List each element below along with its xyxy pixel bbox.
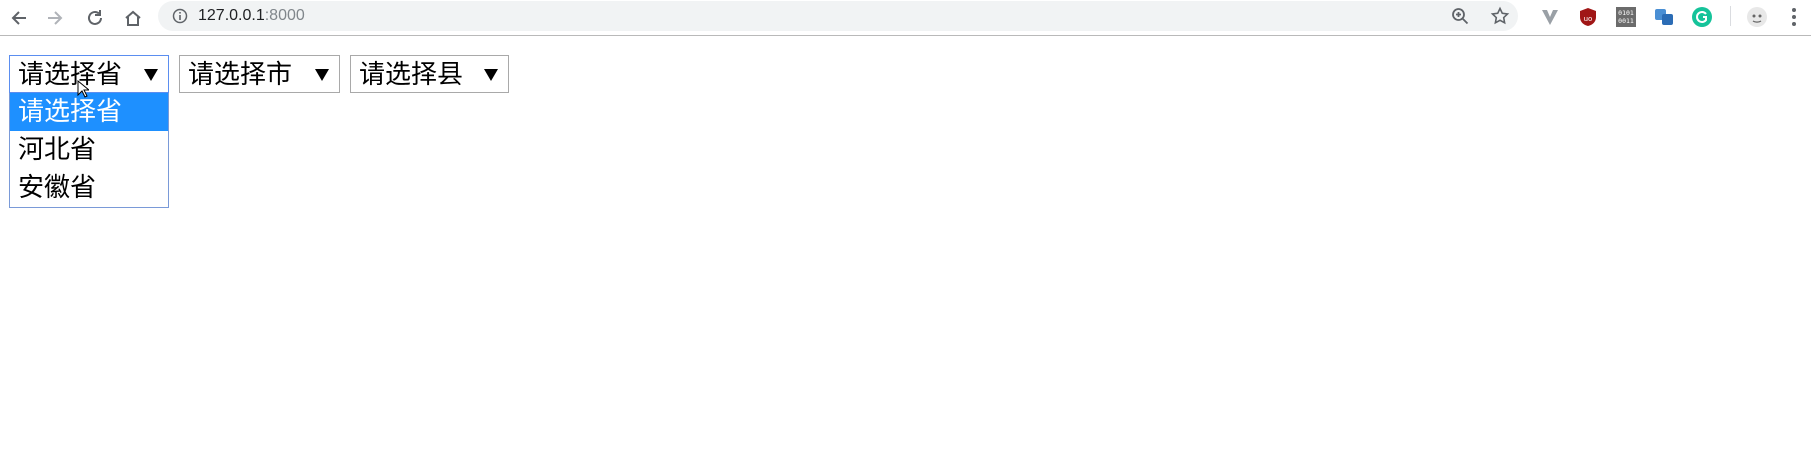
dropdown-arrow-icon [315,69,329,81]
bookmark-star-icon[interactable] [1490,6,1510,26]
back-arrow-icon [11,11,26,25]
menu-dots-icon[interactable] [1788,6,1800,28]
profile-icon[interactable] [1745,5,1769,29]
zoom-icon[interactable] [1450,6,1470,26]
address-bar[interactable]: 127.0.0.1:8000 [158,1,1518,31]
info-icon[interactable] [172,8,188,24]
back-button[interactable] [4,3,34,33]
home-icon [125,10,141,26]
svg-text:0101: 0101 [1618,9,1634,17]
toolbar-divider [1730,6,1731,26]
url-text[interactable]: 127.0.0.1:8000 [198,7,305,25]
forward-arrow-icon [48,11,63,25]
dropdown-arrow-icon [144,69,158,81]
forward-button[interactable] [40,3,70,33]
dropdown-arrow-icon [484,69,498,81]
province-select-value: 请选择省 [18,60,123,90]
reload-icon [88,10,102,25]
city-select-value: 请选择市 [188,60,293,90]
translate-icon[interactable] [1652,5,1676,29]
url-port: :8000 [264,7,305,24]
mouse-cursor-icon [77,80,89,98]
dropdown-option[interactable]: 河北省 [10,131,168,169]
browser-toolbar: 127.0.0.1:8000 uo 0101 0011 [0,0,1811,36]
vimium-icon[interactable] [1538,5,1562,29]
province-select[interactable]: 请选择省 [9,55,169,93]
svg-text:uo: uo [1584,15,1593,23]
url-host: 127.0.0.1 [198,7,265,24]
ublock-icon[interactable]: uo [1576,5,1600,29]
grammarly-icon[interactable] [1690,5,1714,29]
reload-button[interactable] [80,3,110,33]
city-select[interactable]: 请选择市 [179,55,340,93]
county-select-value: 请选择县 [359,60,464,90]
home-button[interactable] [118,3,148,33]
county-select[interactable]: 请选择县 [350,55,509,93]
dropdown-option[interactable]: 安徽省 [10,169,168,207]
province-dropdown-list: 请选择省 河北省 安徽省 [9,93,169,208]
svg-text:0011: 0011 [1618,17,1634,25]
dropdown-option[interactable]: 请选择省 [10,93,168,131]
binary-icon[interactable]: 0101 0011 [1614,5,1638,29]
